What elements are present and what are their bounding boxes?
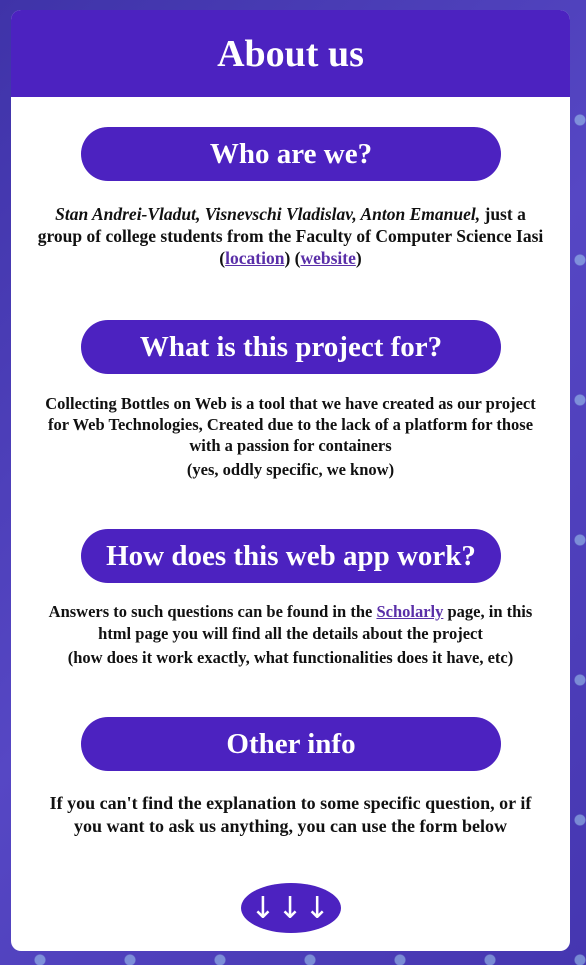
project-note: (yes, oddly specific, we know) [186,460,395,479]
section-text-other: If you can't find the explanation to som… [37,792,544,838]
who-text-mid: ) ( [284,248,301,268]
how-text-before: Answers to such questions can be found i… [48,602,377,621]
other-description: If you can't find the explanation to som… [49,793,532,836]
section-text-who: Stan Andrei-Vladut, Visnevschi Vladislav… [31,203,550,269]
scholarly-link[interactable]: Scholarly [376,602,443,621]
about-card: About us Who are we? Stan Andrei-Vladut,… [11,10,570,951]
scroll-down-button[interactable]: ↓↓↓ [241,883,341,933]
section-heading-who: Who are we? [81,127,501,181]
down-arrows-icon: ↓↓↓ [250,890,332,926]
section-heading-project: What is this project for? [81,320,501,374]
section-text-project: Collecting Bottles on Web is a tool that… [43,393,538,480]
how-note: (how does it work exactly, what function… [67,648,514,667]
website-link[interactable]: website [300,248,355,268]
section-text-how: Answers to such questions can be found i… [33,601,548,669]
section-heading-how: How does this web app work? [81,529,501,583]
card-header: About us [11,10,570,97]
team-names: Stan Andrei-Vladut, Visnevschi Vladislav… [55,204,481,224]
who-text-after: ) [355,248,362,268]
project-description: Collecting Bottles on Web is a tool that… [45,394,536,455]
section-heading-other: Other info [81,717,501,771]
page-title: About us [217,32,364,75]
location-link[interactable]: location [225,248,284,268]
